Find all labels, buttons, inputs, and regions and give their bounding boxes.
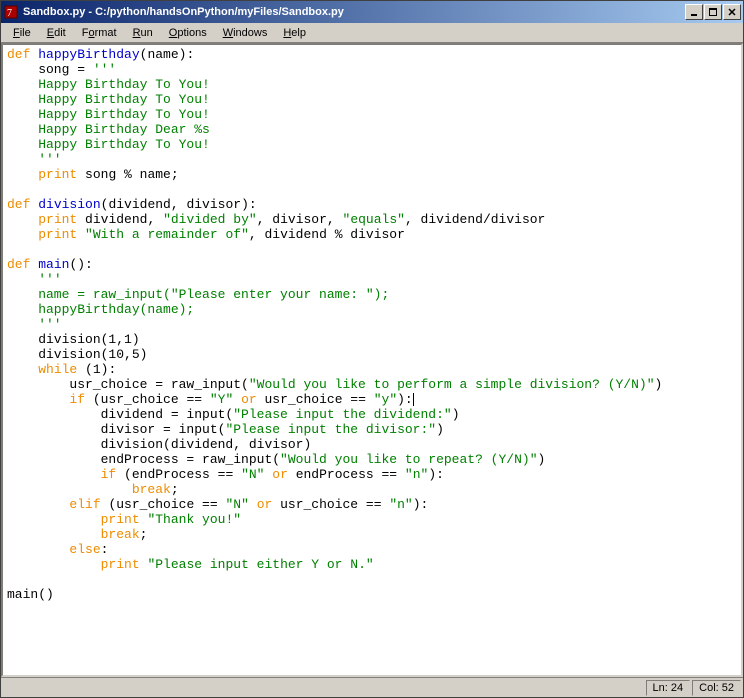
menu-options[interactable]: Options — [161, 25, 215, 41]
code-line[interactable]: ''' — [7, 317, 737, 332]
code-line[interactable]: Happy Birthday Dear %s — [7, 122, 737, 137]
status-col: Col: 52 — [692, 680, 741, 696]
idle-window: 7 Sandbox.py - C:/python/handsOnPython/m… — [0, 0, 744, 698]
code-line[interactable] — [7, 242, 737, 257]
status-line: Ln: 24 — [646, 680, 691, 696]
code-line[interactable]: def main(): — [7, 257, 737, 272]
code-line[interactable]: name = raw_input("Please enter your name… — [7, 287, 737, 302]
code-editor[interactable]: def happyBirthday(name): song = ''' Happ… — [3, 45, 741, 604]
code-line[interactable]: else: — [7, 542, 737, 557]
code-line[interactable]: Happy Birthday To You! — [7, 77, 737, 92]
code-line[interactable]: main() — [7, 587, 737, 602]
code-line[interactable]: Happy Birthday To You! — [7, 107, 737, 122]
code-line[interactable]: if (usr_choice == "Y" or usr_choice == "… — [7, 392, 737, 407]
code-line[interactable]: print song % name; — [7, 167, 737, 182]
menu-file[interactable]: File — [5, 25, 39, 41]
code-line[interactable]: division(10,5) — [7, 347, 737, 362]
code-line[interactable]: Happy Birthday To You! — [7, 137, 737, 152]
maximize-button[interactable] — [704, 4, 722, 20]
svg-text:7: 7 — [7, 8, 12, 19]
code-line[interactable]: break; — [7, 527, 737, 542]
close-button[interactable] — [723, 4, 741, 20]
code-line[interactable]: usr_choice = raw_input("Would you like t… — [7, 377, 737, 392]
menu-windows[interactable]: Windows — [215, 25, 276, 41]
code-line[interactable]: division(1,1) — [7, 332, 737, 347]
code-line[interactable] — [7, 572, 737, 587]
code-line[interactable]: ''' — [7, 272, 737, 287]
menu-help[interactable]: Help — [275, 25, 314, 41]
window-controls — [685, 4, 741, 20]
menu-format[interactable]: Format — [74, 25, 125, 41]
code-line[interactable]: divisor = input("Please input the diviso… — [7, 422, 737, 437]
code-line[interactable]: dividend = input("Please input the divid… — [7, 407, 737, 422]
code-line[interactable]: break; — [7, 482, 737, 497]
code-line[interactable]: endProcess = raw_input("Would you like t… — [7, 452, 737, 467]
code-line[interactable]: ''' — [7, 152, 737, 167]
code-line[interactable]: while (1): — [7, 362, 737, 377]
code-line[interactable]: if (endProcess == "N" or endProcess == "… — [7, 467, 737, 482]
menubar: FileEditFormatRunOptionsWindowsHelp — [1, 23, 743, 43]
menu-edit[interactable]: Edit — [39, 25, 74, 41]
code-line[interactable]: print "Thank you!" — [7, 512, 737, 527]
code-line[interactable]: def division(dividend, divisor): — [7, 197, 737, 212]
editor-area[interactable]: def happyBirthday(name): song = ''' Happ… — [1, 43, 743, 677]
menu-run[interactable]: Run — [125, 25, 161, 41]
code-line[interactable]: print "With a remainder of", dividend % … — [7, 227, 737, 242]
text-cursor — [413, 393, 414, 406]
code-line[interactable]: elif (usr_choice == "N" or usr_choice ==… — [7, 497, 737, 512]
code-line[interactable]: print "Please input either Y or N." — [7, 557, 737, 572]
code-line[interactable]: division(dividend, divisor) — [7, 437, 737, 452]
statusbar: Ln: 24 Col: 52 — [1, 677, 743, 697]
code-line[interactable] — [7, 182, 737, 197]
code-line[interactable]: happyBirthday(name); — [7, 302, 737, 317]
code-line[interactable]: print dividend, "divided by", divisor, "… — [7, 212, 737, 227]
minimize-button[interactable] — [685, 4, 703, 20]
app-icon: 7 — [3, 4, 19, 20]
code-line[interactable]: song = ''' — [7, 62, 737, 77]
code-line[interactable]: def happyBirthday(name): — [7, 47, 737, 62]
code-line[interactable]: Happy Birthday To You! — [7, 92, 737, 107]
titlebar[interactable]: 7 Sandbox.py - C:/python/handsOnPython/m… — [1, 1, 743, 23]
window-title: Sandbox.py - C:/python/handsOnPython/myF… — [23, 6, 685, 18]
